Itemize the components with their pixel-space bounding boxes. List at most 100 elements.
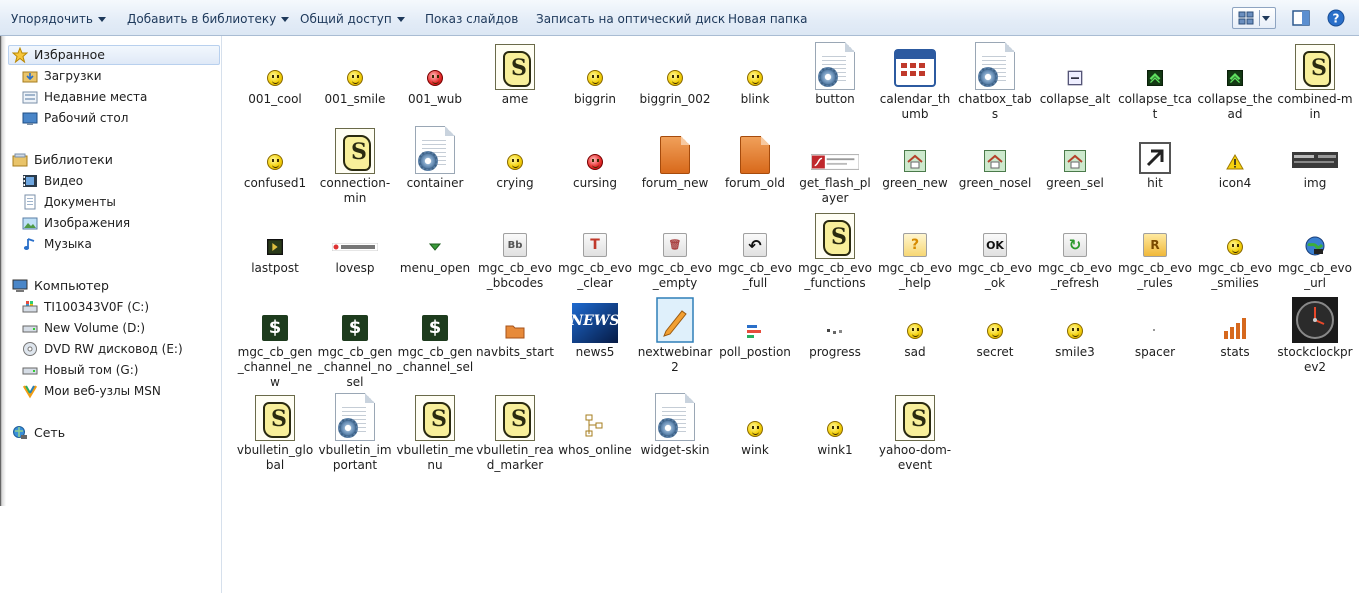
file-item[interactable]: mgc_cb_evo_functions xyxy=(796,211,874,291)
file-item[interactable]: whos_online xyxy=(556,393,634,458)
file-item[interactable]: secret xyxy=(956,295,1034,360)
file-item[interactable]: 001_wub xyxy=(396,42,474,107)
file-item[interactable]: blink xyxy=(716,42,794,107)
libraries-icon xyxy=(12,152,28,168)
file-item[interactable]: icon4 xyxy=(1196,126,1274,191)
clock-icon xyxy=(1291,295,1339,343)
file-item[interactable]: vbulletin_read_marker xyxy=(476,393,554,473)
file-item[interactable]: 001_cool xyxy=(236,42,314,107)
nav-drive-d[interactable]: New Volume (D:) xyxy=(22,318,145,338)
nav-downloads[interactable]: Загрузки xyxy=(22,66,102,86)
file-item[interactable]: img xyxy=(1276,126,1354,191)
preview-pane-button[interactable] xyxy=(1290,7,1312,29)
file-item[interactable]: NEWS news5 xyxy=(556,295,634,360)
file-item[interactable]: connection-min xyxy=(316,126,394,206)
file-item[interactable]: wink1 xyxy=(796,393,874,458)
file-item[interactable]: Rmgc_cb_evo_rules xyxy=(1116,211,1194,291)
file-item[interactable]: calendar_thumb xyxy=(876,42,954,122)
file-item[interactable]: $ mgc_cb_gen_channel_new xyxy=(236,295,314,390)
file-item[interactable]: Bb mgc_cb_evo_bbcodes xyxy=(476,211,554,291)
smiley-icon xyxy=(731,42,779,90)
file-item[interactable]: spacer xyxy=(1116,295,1194,360)
file-item[interactable]: green_new xyxy=(876,126,954,191)
file-item[interactable]: smile3 xyxy=(1036,295,1114,360)
nav-desktop[interactable]: Рабочий стол xyxy=(22,108,128,128)
nav-msn[interactable]: Мои веб-узлы MSN xyxy=(22,381,161,401)
file-item[interactable]: collapse_alt xyxy=(1036,42,1114,107)
share-button[interactable]: Общий доступ xyxy=(300,10,405,28)
file-item[interactable]: ame xyxy=(476,42,554,107)
file-item[interactable]: combined-min xyxy=(1276,42,1354,122)
file-item[interactable]: vbulletin_global xyxy=(236,393,314,473)
file-item[interactable]: collapse_thead xyxy=(1196,42,1274,122)
file-item[interactable]: nextwebinar2 xyxy=(636,295,714,375)
spacer-icon xyxy=(1131,295,1179,343)
collapse-green-icon xyxy=(1211,42,1259,90)
nav-computer[interactable]: Компьютер xyxy=(12,276,109,296)
file-item[interactable]: biggrin xyxy=(556,42,634,107)
pen-doc-icon xyxy=(651,295,699,343)
nav-favorites[interactable]: Избранное xyxy=(11,45,105,65)
chevron-down-icon[interactable] xyxy=(1262,16,1270,21)
file-item[interactable]: cursing xyxy=(556,126,634,191)
file-item[interactable]: ↶ mgc_cb_evo_full xyxy=(716,211,794,291)
nav-drive-g[interactable]: Новый том (G:) xyxy=(22,360,138,380)
file-item[interactable]: vbulletin_menu xyxy=(396,393,474,473)
file-item[interactable]: yahoo-dom-event xyxy=(876,393,954,473)
file-item[interactable]: Tmgc_cb_evo_clear xyxy=(556,211,634,291)
burn-disc-button[interactable]: Записать на оптический диск xyxy=(536,10,725,28)
help-button[interactable]: ? xyxy=(1325,7,1347,29)
nav-video[interactable]: Видео xyxy=(22,171,83,191)
file-item[interactable]: widget-skin xyxy=(636,393,714,458)
slideshow-button[interactable]: Показ слайдов xyxy=(425,10,518,28)
nav-images[interactable]: Изображения xyxy=(22,213,130,233)
file-item[interactable]: forum_old xyxy=(716,126,794,191)
file-item[interactable]: poll_postion xyxy=(716,295,794,360)
organize-button[interactable]: Упорядочить xyxy=(11,10,106,28)
change-view-button[interactable] xyxy=(1232,7,1276,29)
file-item[interactable]: lovesp xyxy=(316,211,394,276)
file-item[interactable]: chatbox_tabs xyxy=(956,42,1034,122)
file-item[interactable]: hit xyxy=(1116,126,1194,191)
file-item[interactable]: menu_open xyxy=(396,211,474,276)
file-item[interactable]: get_flash_player xyxy=(796,126,874,206)
file-item[interactable]: navbits_start xyxy=(476,295,554,360)
windows-drive-icon xyxy=(22,299,38,315)
smiley-icon xyxy=(331,42,379,90)
file-item[interactable]: mgc_cb_evo_url xyxy=(1276,211,1354,291)
nav-libraries[interactable]: Библиотеки xyxy=(12,150,113,170)
new-folder-button[interactable]: Новая папка xyxy=(728,10,807,28)
file-item[interactable]: button xyxy=(796,42,874,107)
file-item[interactable]: ? mgc_cb_evo_help xyxy=(876,211,954,291)
nav-music[interactable]: Музыка xyxy=(22,234,92,254)
file-item[interactable]: OK mgc_cb_evo_ok xyxy=(956,211,1034,291)
file-item[interactable]: sad xyxy=(876,295,954,360)
file-item[interactable]: vbulletin_important xyxy=(316,393,394,473)
file-item[interactable]: mgc_cb_evo_smilies xyxy=(1196,211,1274,291)
file-item[interactable]: wink xyxy=(716,393,794,458)
file-item[interactable]: $ mgc_cb_gen_channel_sel xyxy=(396,295,474,375)
file-item[interactable]: lastpost xyxy=(236,211,314,276)
file-item[interactable]: stockclockprev2 xyxy=(1276,295,1354,375)
nav-recent-places[interactable]: Недавние места xyxy=(22,87,147,107)
file-item[interactable]: $ mgc_cb_gen_channel_nosel xyxy=(316,295,394,390)
file-item[interactable]: progress xyxy=(796,295,874,360)
file-item[interactable]: green_sel xyxy=(1036,126,1114,191)
nav-drive-c[interactable]: TI100343V0F (C:) xyxy=(22,297,149,317)
file-item[interactable]: green_nosel xyxy=(956,126,1034,191)
add-to-library-button[interactable]: Добавить в библиотеку xyxy=(127,10,290,28)
nav-network[interactable]: Сеть xyxy=(12,423,65,443)
file-label: confused1 xyxy=(243,176,307,190)
file-item[interactable]: forum_new xyxy=(636,126,714,191)
file-item[interactable]: 🗑 mgc_cb_evo_empty xyxy=(636,211,714,291)
file-item[interactable]: crying xyxy=(476,126,554,191)
nav-drive-e[interactable]: DVD RW дисковод (E:) xyxy=(22,339,183,359)
file-item[interactable]: container xyxy=(396,126,474,191)
nav-documents[interactable]: Документы xyxy=(22,192,116,212)
file-item[interactable]: ↻ mgc_cb_evo_refresh xyxy=(1036,211,1114,291)
file-item[interactable]: confused1 xyxy=(236,126,314,191)
file-item[interactable]: collapse_tcat xyxy=(1116,42,1194,122)
file-item[interactable]: 001_smile xyxy=(316,42,394,107)
file-item[interactable]: stats xyxy=(1196,295,1274,360)
file-item[interactable]: biggrin_002 xyxy=(636,42,714,107)
